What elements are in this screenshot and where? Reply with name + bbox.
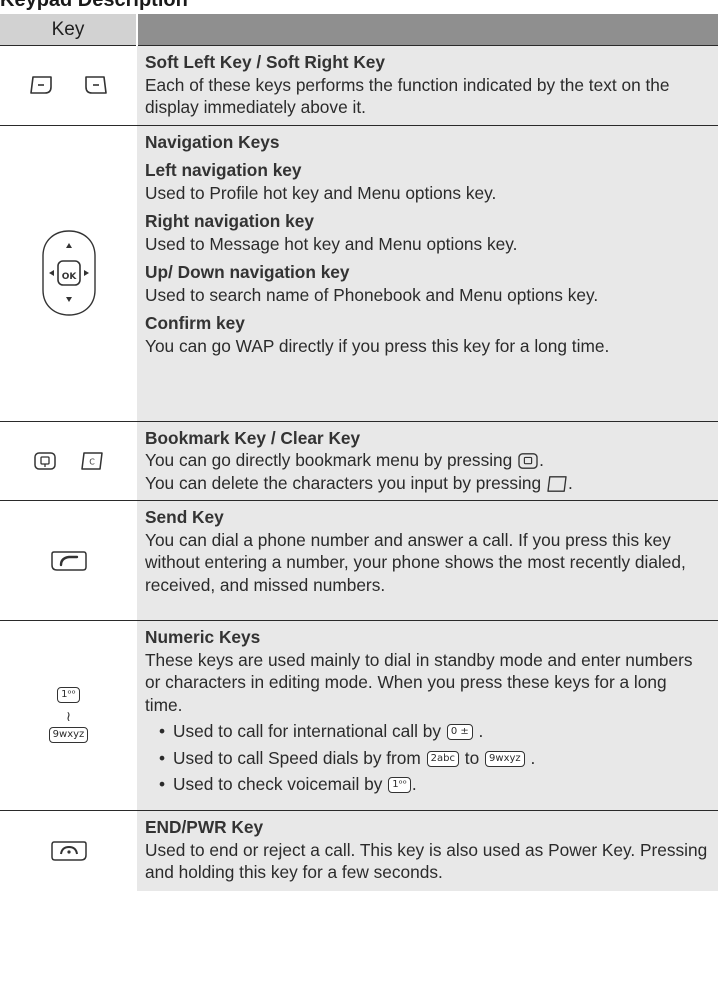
description-column-header (137, 14, 718, 46)
bookmark-text: You can go directly bookmark menu by pre… (145, 450, 513, 470)
table-row: 1ᵒᵒ ≀ 9wxyz Numeric Keys These keys are … (0, 620, 718, 811)
bookmark-key-inline-icon (518, 453, 538, 470)
soft-right-key-icon (85, 76, 107, 95)
bookmark-clear-icon-cell: C (0, 421, 137, 501)
navigation-keys-title: Navigation Keys (145, 131, 280, 152)
key-table: Key Soft Left Key / Soft Right Key Each … (0, 14, 718, 891)
send-key-icon (50, 550, 87, 571)
table-row: END/PWR Key Used to end or reject a call… (0, 810, 718, 891)
list-item: Used to call for international call by 0… (159, 720, 712, 743)
navigation-keys-description: Navigation Keys Left navigation key Used… (137, 125, 718, 421)
bullet-1-text: Used to call for international call by (173, 721, 441, 741)
range-symbol: ≀ (65, 707, 72, 724)
key-9-inline-icon: 9wxyz (485, 750, 525, 767)
end-key-icon-cell (0, 810, 137, 891)
updown-navigation-title: Up/ Down navigation key (145, 262, 350, 282)
clear-period: . (567, 472, 573, 493)
clear-key-icon: C (81, 452, 103, 470)
clear-text: You can delete the characters you input … (145, 472, 542, 493)
key-0-icon: 0 ± (446, 724, 473, 741)
bullet-2-period: . (530, 747, 536, 768)
key-1-icon: 1ᵒᵒ (57, 687, 80, 704)
table-header-row: Key (0, 14, 718, 46)
right-navigation-title: Right navigation key (145, 211, 314, 231)
navigation-key-icon: OK (41, 230, 96, 316)
send-key-title: Send Key (145, 507, 224, 527)
updown-navigation-text: Used to search name of Phonebook and Men… (145, 284, 599, 305)
left-navigation-title: Left navigation key (145, 160, 302, 180)
bullet-3-text: Used to check voicemail by (173, 774, 383, 794)
soft-keys-description: Soft Left Key / Soft Right Key Each of t… (137, 45, 718, 125)
page-title: Keypad Description (0, 0, 188, 11)
confirm-key-text: You can go WAP directly if you press thi… (145, 335, 610, 356)
numeric-keys-icon-cell: 1ᵒᵒ ≀ 9wxyz (0, 620, 137, 811)
bookmark-period: . (539, 450, 544, 470)
clear-key-label: C (89, 457, 95, 466)
navigation-keys-icon-cell: OK (0, 125, 137, 421)
soft-keys-icon-cell (0, 45, 137, 125)
confirm-key-title: Confirm key (145, 313, 245, 333)
list-item: Used to call Speed dials by from 2abc to… (159, 747, 712, 770)
numeric-bullet-list: Used to call for international call by 0… (159, 720, 712, 796)
table-row: Soft Left Key / Soft Right Key Each of t… (0, 45, 718, 125)
bullet-1-period: . (478, 721, 484, 741)
end-key-description: END/PWR Key Used to end or reject a call… (137, 810, 718, 891)
soft-left-key-icon (30, 76, 52, 95)
bookmark-clear-title: Bookmark Key / Clear Key (145, 427, 361, 448)
ok-label: OK (61, 272, 77, 282)
list-item: Used to check voicemail by 1ᵒᵒ. (159, 773, 712, 796)
key-2-icon: 2abc (426, 750, 459, 767)
right-navigation-text: Used to Message hot key and Menu options… (145, 233, 518, 254)
send-key-description: Send Key You can dial a phone number and… (137, 500, 718, 621)
numeric-keys-title: Numeric Keys (145, 627, 261, 647)
key-9-icon: 9wxyz (48, 727, 89, 744)
send-key-text: You can dial a phone number and answer a… (145, 529, 686, 595)
table-row: OK Navigation Keys Left navigation key U… (0, 125, 718, 421)
clear-line: You can delete the characters you input … (145, 472, 712, 495)
end-key-title: END/PWR Key (145, 817, 264, 837)
numeric-keys-description: Numeric Keys These keys are used mainly … (137, 620, 718, 811)
bookmark-line: You can go directly bookmark menu by pre… (145, 449, 712, 472)
bullet-2-to: to (464, 747, 480, 768)
soft-keys-title: Soft Left Key / Soft Right Key (145, 52, 386, 72)
send-key-icon-cell (0, 500, 137, 621)
numeric-keys-text: These keys are used mainly to dial in st… (145, 649, 693, 715)
end-power-key-icon (50, 841, 87, 861)
bullet-2-text: Used to call Speed dials by from (173, 747, 421, 768)
table-row: C Bookmark Key / Clear Key You can go di… (0, 421, 718, 501)
bookmark-clear-description: Bookmark Key / Clear Key You can go dire… (137, 421, 718, 501)
end-key-text: Used to end or reject a call. This key i… (145, 839, 708, 883)
bookmark-key-icon (34, 452, 56, 470)
bullet-3-period: . (411, 774, 417, 794)
key-column-header: Key (0, 14, 138, 46)
key-1-inline-icon: 1ᵒᵒ (388, 777, 411, 794)
clear-key-inline-icon (547, 476, 567, 492)
left-navigation-text: Used to Profile hot key and Menu options… (145, 182, 497, 203)
table-row: Send Key You can dial a phone number and… (0, 500, 718, 621)
soft-keys-text: Each of these keys performs the function… (145, 74, 670, 118)
